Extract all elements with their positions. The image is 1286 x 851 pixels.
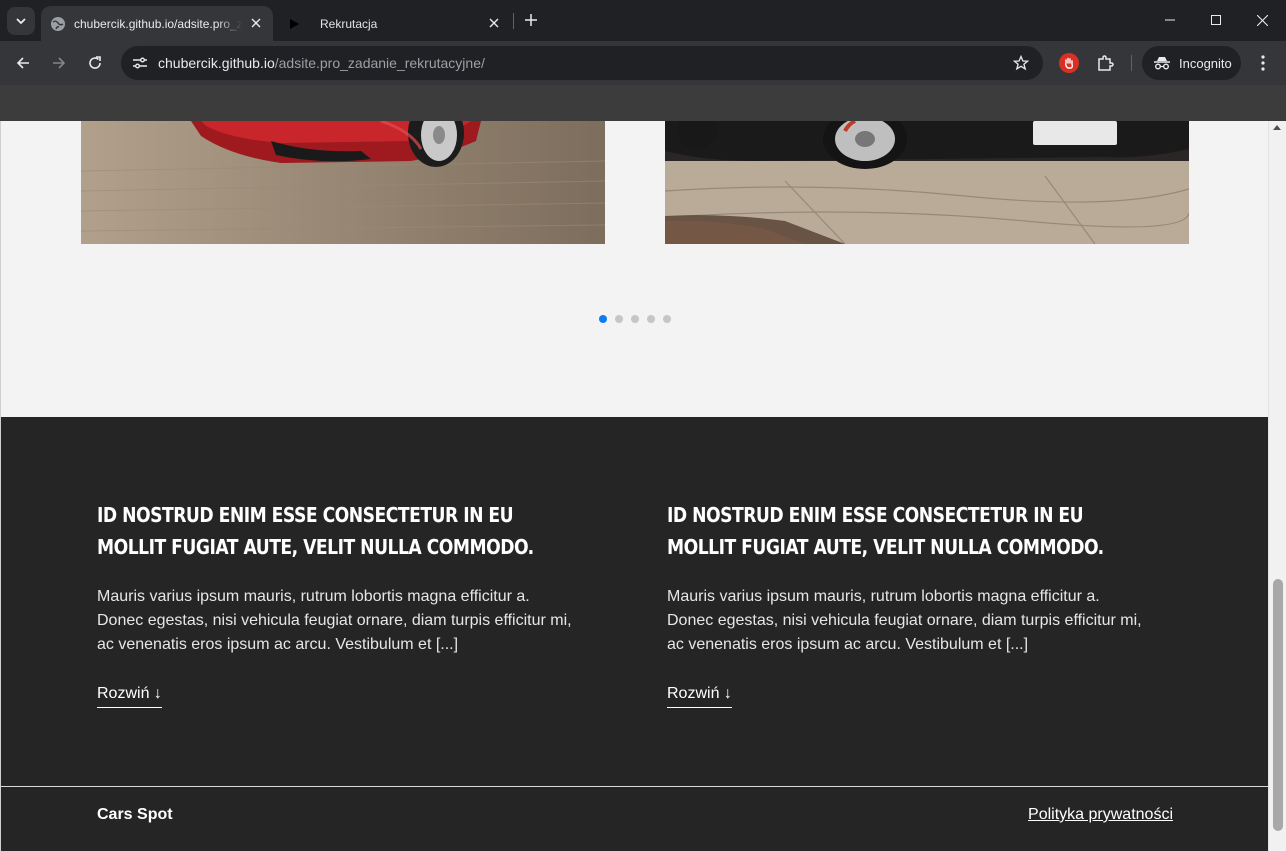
tab-title: chubercik.github.io/adsite.pro_zadanie_r… [74, 16, 242, 31]
maximize-button[interactable] [1193, 0, 1239, 40]
tab-search-button[interactable] [7, 7, 35, 35]
tab-title: Rekrutacja [320, 16, 378, 31]
close-tab-icon[interactable] [485, 14, 503, 32]
chevron-down-icon [16, 18, 26, 25]
scroll-up-arrow-icon[interactable] [1273, 125, 1281, 130]
carousel-dot[interactable] [663, 315, 671, 323]
extension-hand-icon[interactable] [1059, 53, 1079, 73]
browser-toolbar: chubercik.github.io/adsite.pro_zadanie_r… [0, 41, 1286, 85]
url-path: /adsite.pro_zadanie_rekrutacyjne/ [274, 55, 485, 71]
article-excerpt: Mauris varius ipsum mauris, rutrum lobor… [97, 588, 572, 653]
forward-button[interactable] [45, 49, 73, 77]
article-card: Id nostrud enim esse consectetur in eu m… [667, 499, 1147, 708]
incognito-profile-button[interactable]: Incognito [1142, 46, 1241, 80]
car-image-black [665, 121, 1189, 244]
scrollbar-thumb[interactable] [1273, 579, 1283, 831]
extensions-puzzle-icon[interactable] [1094, 52, 1116, 74]
expand-link[interactable]: Rozwiń ↓ [667, 685, 732, 708]
url-text: chubercik.github.io/adsite.pro_zadanie_r… [158, 55, 485, 71]
carousel-dot[interactable] [631, 315, 639, 323]
article-card: Id nostrud enim esse consectetur in eu m… [97, 499, 577, 708]
arrow-left-icon [16, 57, 29, 69]
arrow-right-icon [53, 57, 66, 69]
bookmark-star-icon[interactable] [1011, 53, 1031, 73]
address-bar[interactable]: chubercik.github.io/adsite.pro_zadanie_r… [121, 46, 1043, 80]
tab-active[interactable]: chubercik.github.io/adsite.pro_zadanie_r… [41, 6, 273, 41]
minimize-icon [1165, 19, 1175, 21]
minimize-button[interactable] [1147, 0, 1193, 40]
back-button[interactable] [9, 49, 37, 77]
footer-brand: Cars Spot [97, 806, 173, 823]
site-info-icon[interactable] [129, 52, 151, 74]
tab-strip: chubercik.github.io/adsite.pro_zadanie_r… [0, 0, 1286, 41]
tab-rekrutacja[interactable]: Rekrutacja [277, 6, 511, 41]
browser-menu-button[interactable] [1252, 52, 1274, 74]
tab-separator [513, 13, 514, 29]
privacy-policy-link[interactable]: Polityka prywatności [1028, 806, 1173, 824]
close-window-button[interactable] [1239, 0, 1285, 40]
articles-section: Id nostrud enim esse consectetur in eu m… [1, 417, 1268, 851]
car-image-red [81, 121, 605, 244]
expand-link[interactable]: Rozwiń ↓ [97, 685, 162, 708]
play-icon [286, 16, 302, 32]
page-scrollbar[interactable] [1268, 121, 1286, 851]
maximize-icon [1211, 15, 1221, 25]
globe-icon [50, 16, 66, 32]
carousel-dot[interactable] [647, 315, 655, 323]
more-vertical-icon [1261, 55, 1265, 71]
article-excerpt: Mauris varius ipsum mauris, rutrum lobor… [667, 588, 1142, 653]
close-icon [1256, 14, 1268, 26]
incognito-label: Incognito [1179, 55, 1232, 71]
new-tab-button[interactable] [520, 9, 542, 31]
carousel-pagination [599, 315, 671, 323]
close-tab-icon[interactable] [247, 14, 265, 32]
carousel-dot[interactable] [599, 315, 607, 323]
article-heading: Id nostrud enim esse consectetur in eu m… [97, 503, 534, 559]
reload-button[interactable] [81, 49, 109, 77]
reload-icon [89, 56, 101, 69]
article-heading: Id nostrud enim esse consectetur in eu m… [667, 503, 1104, 559]
toolbar-separator [1131, 55, 1132, 71]
incognito-icon [1153, 56, 1171, 70]
footer-divider [1, 786, 1268, 787]
plus-icon [525, 14, 537, 26]
url-host: chubercik.github.io [158, 55, 275, 71]
carousel-dot[interactable] [615, 315, 623, 323]
page-viewport: Id nostrud enim esse consectetur in eu m… [0, 121, 1268, 851]
browser-info-bar [0, 85, 1286, 121]
